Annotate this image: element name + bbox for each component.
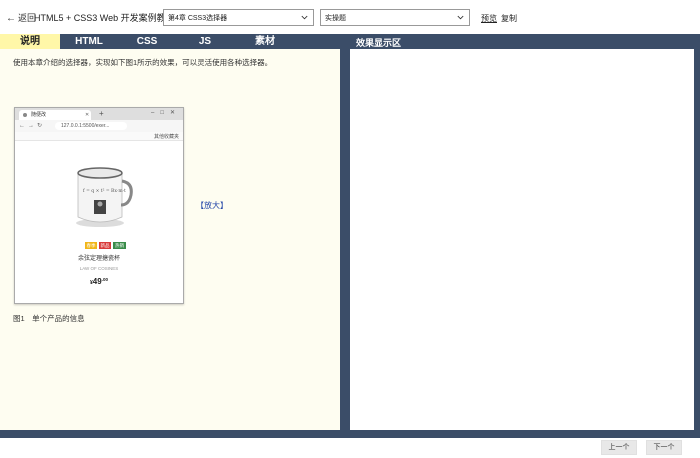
mini-address-bar: ←→↻ 127.0.0.1:5500/exer...: [15, 120, 183, 132]
window-controls-icon: –□✕: [151, 110, 181, 116]
badge-spring: 春季: [85, 242, 97, 249]
chapter-select[interactable]: 第4章 CSS3选择器: [163, 9, 314, 26]
preview-pane: 效果显示区: [346, 34, 700, 430]
chevron-down-icon: [301, 15, 308, 20]
badge-hot: 热销: [113, 242, 126, 249]
next-button[interactable]: 下一个: [646, 440, 682, 455]
badge-new: 新品: [99, 242, 111, 249]
back-button[interactable]: ← 返回: [6, 11, 36, 24]
copy-link[interactable]: 复制: [501, 13, 517, 24]
mini-tab-title: 随便改: [31, 112, 47, 118]
mug-image: f = q × t² = Bx·m·t: [76, 167, 133, 227]
preview-link[interactable]: 预览: [481, 13, 497, 24]
product-subtitle: LAW OF COSINES: [79, 266, 119, 271]
enlarge-link[interactable]: 【放大】: [196, 200, 228, 211]
close-icon: ✕: [85, 112, 90, 118]
description-pane: 说明 HTML CSS JS 素材 使用本章介绍的选择器，实现如下图1所示的效果…: [0, 34, 346, 430]
figure-caption: 图1 单个产品的信息: [13, 314, 85, 323]
price-cents: .00: [101, 277, 108, 282]
mini-url-field: 127.0.0.1:5500/exer...: [55, 122, 127, 130]
tab-css[interactable]: CSS: [118, 34, 176, 49]
product-price: ¥49.00: [15, 277, 183, 286]
preview-pane-title: 效果显示区: [356, 38, 402, 48]
bottom-divider: [0, 430, 700, 438]
back-arrow-icon: ←: [6, 13, 16, 24]
mini-bookmarks-other: 其他收藏夹: [153, 134, 179, 140]
chevron-down-icon: [457, 15, 464, 20]
tab-bar: 说明 HTML CSS JS 素材: [0, 34, 340, 49]
nav-arrows-icon: ←→↻: [19, 123, 46, 129]
example-screenshot: 随便改 ✕ + –□✕ ←→↻ 127.0.0.1:5500/exer... 其…: [14, 107, 184, 304]
tab-html[interactable]: HTML: [60, 34, 118, 49]
intro-text: 使用本章介绍的选择器，实现如下图1所示的效果，可以灵活使用各种选择器。: [13, 58, 273, 67]
tab-assets[interactable]: 素材: [234, 34, 296, 49]
tab-js[interactable]: JS: [176, 34, 234, 49]
prev-button[interactable]: 上一个: [601, 440, 637, 455]
plus-icon: +: [99, 109, 104, 118]
mini-browser-tab: 随便改 ✕: [19, 110, 91, 120]
mini-bookmarks-bar: 其他收藏夹: [15, 132, 183, 141]
course-title: HTML5 + CSS3 Web 开发案例教程: [34, 13, 175, 23]
type-select[interactable]: 实操题: [320, 9, 470, 26]
tab-description[interactable]: 说明: [0, 34, 60, 49]
type-select-value: 实操题: [325, 15, 346, 22]
footer: [0, 438, 700, 458]
mini-browser-tabbar: 随便改 ✕ + –□✕: [15, 108, 183, 120]
price-int: 49: [92, 277, 102, 286]
product-name: 余弦定理搪瓷杯: [77, 256, 120, 262]
top-toolbar: ← 返回 HTML5 + CSS3 Web 开发案例教程 第4章 CSS3选择器 …: [0, 0, 700, 34]
preview-pane-header: 效果显示区: [350, 34, 694, 49]
mug-formula: f = q × t² = Bx·m·t: [83, 188, 126, 194]
favicon-icon: [23, 113, 27, 117]
chapter-select-value: 第4章 CSS3选择器: [168, 15, 228, 22]
